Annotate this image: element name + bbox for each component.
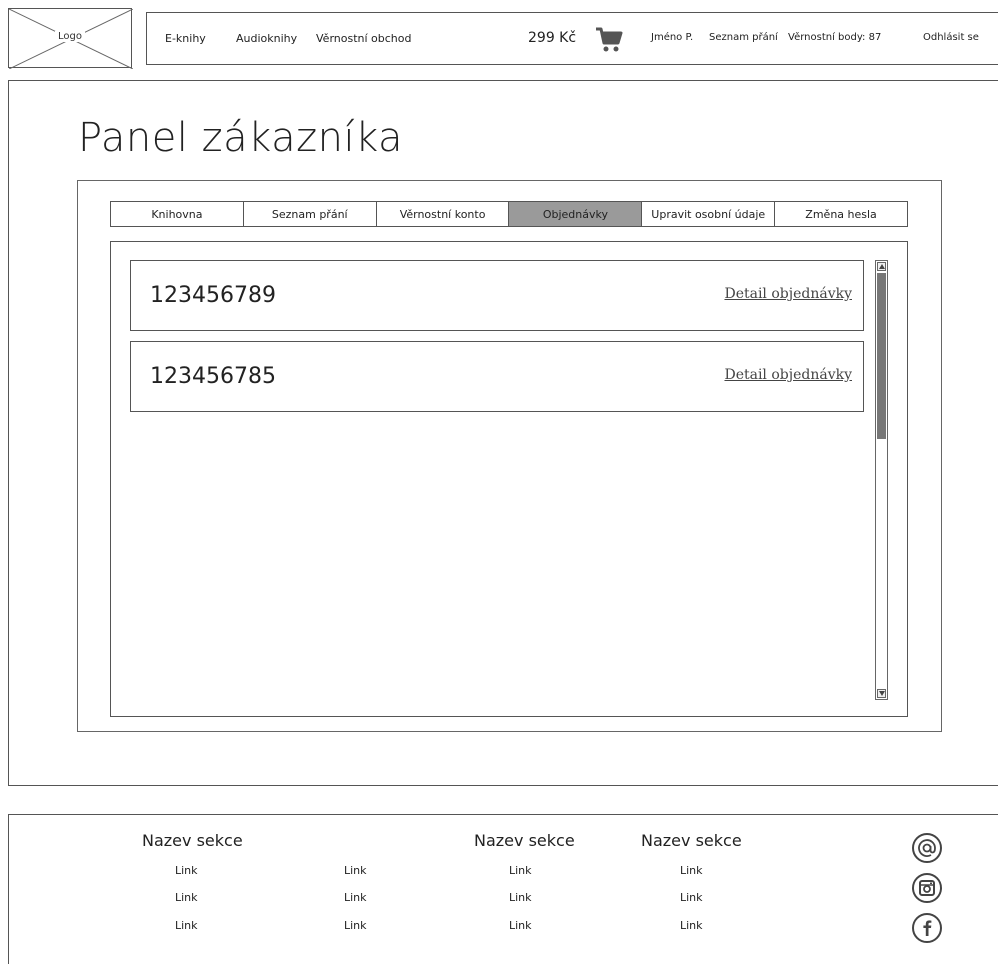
nav-audiobooks[interactable]: Audioknihy: [236, 32, 297, 45]
footer-link[interactable]: Link: [175, 891, 198, 904]
wishlist-link[interactable]: Seznam přání: [709, 32, 778, 43]
order-detail-link[interactable]: Detail objednávky: [724, 367, 852, 383]
user-name[interactable]: Jméno P.: [651, 32, 693, 43]
tab-loyalty-account[interactable]: Věrnostní konto: [376, 202, 510, 226]
tab-change-password[interactable]: Změna hesla: [775, 202, 907, 226]
footer-link[interactable]: Link: [680, 891, 703, 904]
footer-link[interactable]: Link: [509, 919, 532, 932]
cart-price[interactable]: 299 Kč: [528, 30, 576, 46]
scroll-down-arrow-icon[interactable]: [877, 689, 886, 698]
footer-link[interactable]: Link: [175, 919, 198, 932]
footer-link[interactable]: Link: [344, 891, 367, 904]
order-number: 123456789: [150, 283, 276, 308]
loyalty-points[interactable]: Věrnostní body: 87: [788, 32, 881, 43]
page-title: Panel zákazníka: [78, 115, 404, 161]
scroll-up-arrow-icon[interactable]: [877, 262, 886, 271]
footer-section-title: Nazev sekce: [474, 831, 575, 850]
at-icon[interactable]: [912, 833, 942, 863]
footer-section-title: Nazev sekce: [641, 831, 742, 850]
tab-orders[interactable]: Objednávky: [509, 202, 643, 226]
customer-panel: Knihovna Seznam přání Věrnostní konto Ob…: [77, 180, 942, 732]
logo-label: Logo: [55, 31, 85, 42]
footer-link[interactable]: Link: [344, 919, 367, 932]
nav-ebooks[interactable]: E-knihy: [165, 32, 206, 45]
footer-link[interactable]: Link: [509, 864, 532, 877]
footer-link[interactable]: Link: [509, 891, 532, 904]
instagram-icon[interactable]: [912, 873, 942, 903]
tab-edit-personal-info[interactable]: Upravit osobní údaje: [642, 202, 776, 226]
nav-loyalty-shop[interactable]: Věrnostní obchod: [316, 32, 411, 45]
order-item: 123456785 Detail objednávky: [130, 341, 864, 412]
tab-wishlist[interactable]: Seznam přání: [243, 202, 377, 226]
footer-link[interactable]: Link: [175, 864, 198, 877]
order-detail-link[interactable]: Detail objednávky: [724, 286, 852, 302]
order-item: 123456789 Detail objednávky: [130, 260, 864, 331]
footer-link[interactable]: Link: [680, 864, 703, 877]
cart-icon[interactable]: [594, 25, 624, 59]
footer-section-title: Nazev sekce: [142, 831, 243, 850]
logo[interactable]: Logo: [8, 8, 133, 69]
header-bar: E-knihy Audioknihy Věrnostní obchod 299 …: [146, 12, 998, 65]
logout-link[interactable]: Odhlásit se: [923, 32, 979, 43]
tab-library[interactable]: Knihovna: [111, 202, 244, 226]
footer-link[interactable]: Link: [344, 864, 367, 877]
footer-link[interactable]: Link: [680, 919, 703, 932]
scroll-thumb[interactable]: [877, 273, 886, 439]
facebook-icon[interactable]: [912, 913, 942, 943]
order-number: 123456785: [150, 364, 276, 389]
footer: Nazev sekce Nazev sekce Nazev sekce Link…: [8, 814, 998, 964]
scrollbar[interactable]: [875, 260, 888, 700]
orders-list: 123456789 Detail objednávky 123456785 De…: [110, 241, 908, 717]
tab-bar: Knihovna Seznam přání Věrnostní konto Ob…: [110, 201, 908, 227]
